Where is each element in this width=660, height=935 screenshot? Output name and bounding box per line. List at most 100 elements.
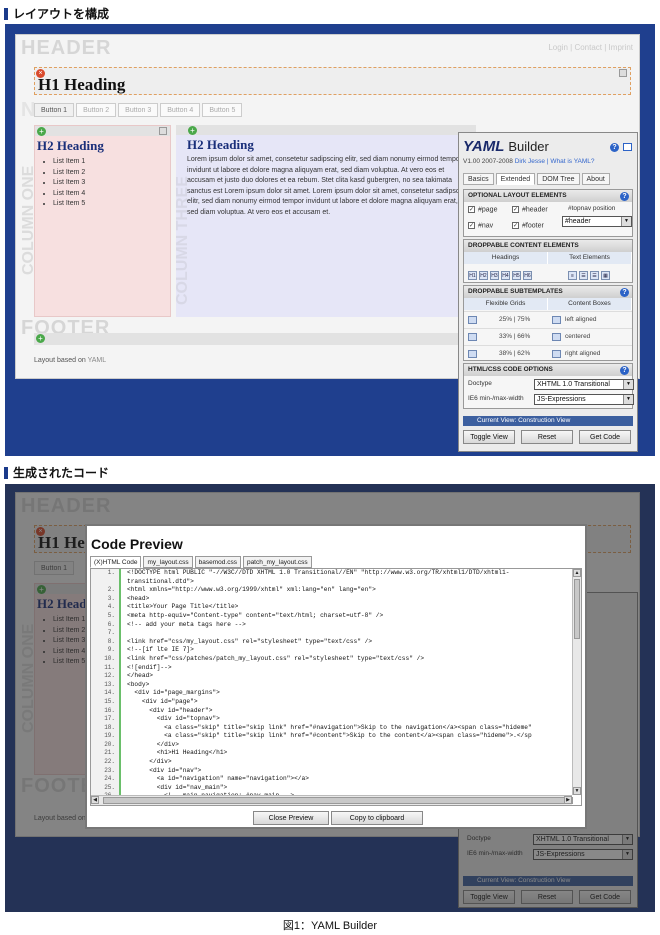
opt-page[interactable]: ✓ #page (468, 206, 497, 213)
reset-button[interactable]: Reset (521, 430, 573, 444)
opt-nav[interactable]: ✓ #nav (468, 222, 493, 229)
section-title: HTML/CSS CODE OPTIONS (468, 366, 553, 373)
box-option[interactable]: right aligned (548, 349, 632, 358)
h6-button[interactable]: H6 (523, 271, 532, 280)
h3-button[interactable]: H3 (490, 271, 499, 280)
grid-option[interactable]: 33% | 66% (464, 332, 548, 341)
box-option[interactable]: centered (548, 332, 632, 341)
paragraph-icon[interactable]: ≡ (568, 271, 577, 280)
help-icon[interactable]: ? (620, 287, 629, 297)
scroll-thumb[interactable] (574, 579, 580, 639)
code-window[interactable]: 1. 2. 3. 4. 5. 6. 7. 8. 9. 10. 11. 12. 13. 14. 15. 16. 1… (90, 568, 582, 806)
box-option[interactable]: left aligned (548, 315, 632, 324)
opt-label: #page (478, 206, 498, 214)
doctype-label: Doctype (468, 380, 492, 387)
nav-bar: Button 1 Button 2 Button 3 Button 4 Butt… (34, 103, 243, 117)
table-icon[interactable]: ▦ (601, 271, 610, 280)
h5-button[interactable]: H5 (512, 271, 521, 280)
tab-basemod-css[interactable]: basemod.css (194, 556, 241, 568)
code-line: <a id="navigation" name="navigation"></a… (127, 775, 309, 783)
section-title: DROPPABLE SUBTEMPLATES (468, 288, 563, 295)
yaml-link[interactable]: YAML (88, 357, 107, 364)
section-title-text: 生成されたコード (13, 466, 110, 480)
scroll-thumb[interactable] (103, 797, 573, 804)
help-icon[interactable]: ? (620, 365, 629, 375)
grip-icon[interactable] (159, 127, 167, 135)
scroll-right-icon[interactable]: ▶ (564, 796, 572, 804)
get-code-button[interactable]: Get Code (579, 430, 631, 444)
list-icon[interactable]: ☰ (579, 271, 588, 280)
code-lines: <!DOCTYPE html PUBLIC "-//W3C//DTD XHTML… (127, 569, 571, 805)
line-number: 2. (107, 586, 115, 594)
nav-button[interactable]: Button 5 (202, 103, 243, 117)
column-one[interactable]: + H2 Heading List Item 1 List Item 2 Lis… (34, 125, 171, 317)
list: List Item 1 List Item 2 List Item 3 List… (43, 158, 85, 211)
horizontal-scrollbar[interactable]: ◀ ▶ (91, 795, 573, 805)
close-preview-button[interactable]: Close Preview (253, 811, 329, 825)
column-three[interactable]: + H2 Heading Lorem ipsum dolor sit amet,… (176, 125, 476, 317)
doctype-select[interactable]: XHTML 1.0 Transitional (534, 379, 634, 390)
nav-button[interactable]: Button 1 (34, 103, 75, 117)
add-icon[interactable]: + (37, 127, 46, 136)
h1-box[interactable]: × H1 Heading (34, 67, 631, 95)
window-icon[interactable] (623, 143, 632, 151)
ie6-select[interactable]: JS-Expressions (534, 394, 634, 405)
h2-button[interactable]: H2 (479, 271, 488, 280)
grid-option[interactable]: 25% | 75% (464, 315, 548, 324)
scroll-up-icon[interactable]: ▲ (573, 569, 581, 577)
list-item: List Item 3 (53, 179, 85, 190)
code-line: <div id="nav_main"> (127, 783, 228, 791)
opt-label: #footer (522, 222, 544, 230)
tab-dom-tree[interactable]: DOM Tree (537, 173, 580, 185)
grid-label: 25% | 75% (499, 316, 531, 323)
code-line: <a class="skip" title="skip link" href="… (127, 732, 532, 740)
nav-button[interactable]: Button 3 (118, 103, 159, 117)
line-number: 3. (107, 594, 115, 602)
h4-button[interactable]: H4 (501, 271, 510, 280)
tab-patch-css[interactable]: patch_my_layout.css (242, 556, 312, 568)
template-row: 25% | 75% left aligned (464, 311, 632, 327)
opt-footer[interactable]: ✓ #footer (512, 222, 544, 229)
tab-my-layout-css[interactable]: my_layout.css (143, 556, 193, 568)
section-title-layout: レイアウトを構成 (4, 5, 109, 22)
grid-option[interactable]: 38% | 62% (464, 349, 548, 358)
topnav-select[interactable]: #header (562, 216, 632, 227)
copy-clipboard-button[interactable]: Copy to clipboard (331, 811, 423, 825)
vertical-scrollbar[interactable]: ▲ ▼ (572, 569, 581, 795)
line-number: 21. (104, 749, 115, 757)
line-number: 25. (104, 783, 115, 791)
tab-xhtml-code[interactable]: (X)HTML Code (90, 556, 142, 568)
footer-toolbar: + (34, 333, 474, 345)
heading-buttons: H1 H2 H3 H4 H5 H6 (468, 269, 534, 280)
toggle-view-button[interactable]: Toggle View (463, 430, 515, 444)
text-label: Text Elements (548, 252, 632, 264)
scroll-left-icon[interactable]: ◀ (91, 796, 99, 804)
nav-button[interactable]: Button 4 (160, 103, 201, 117)
nav-button[interactable]: Button 2 (76, 103, 117, 117)
h1-button[interactable]: H1 (468, 271, 477, 280)
line-number: 24. (104, 775, 115, 783)
logo-word: Builder (508, 139, 549, 154)
add-icon[interactable]: + (188, 126, 197, 135)
template-row: 38% | 62% right aligned (464, 345, 632, 361)
top-links[interactable]: Login | Contact | Imprint (548, 43, 633, 52)
help-icon[interactable]: ? (610, 143, 619, 152)
help-icon[interactable]: ? (620, 191, 629, 201)
tab-about[interactable]: About (581, 173, 610, 185)
code-preview-dialog: Code Preview (X)HTML Code my_layout.css … (85, 524, 587, 829)
header-icons: ? (610, 143, 632, 152)
tab-extended[interactable]: Extended (495, 173, 536, 185)
grip-icon[interactable] (619, 69, 627, 77)
grid-label: 38% | 62% (499, 350, 531, 357)
code-line: <!--[if lte IE 7]> (127, 646, 194, 654)
author-link[interactable]: Dirk Jesse | What is YAML? (515, 158, 595, 165)
scroll-down-icon[interactable]: ▼ (573, 787, 581, 795)
box-label: right aligned (565, 350, 601, 357)
add-icon[interactable]: + (36, 334, 45, 343)
code-tabs: (X)HTML Code my_layout.css basemod.css p… (90, 556, 312, 568)
opt-header[interactable]: ✓ #header (512, 206, 548, 213)
tab-basics[interactable]: Basics (463, 173, 494, 185)
ordered-list-icon[interactable]: ☰ (590, 271, 599, 280)
code-line: <div id="nav"> (127, 766, 202, 774)
